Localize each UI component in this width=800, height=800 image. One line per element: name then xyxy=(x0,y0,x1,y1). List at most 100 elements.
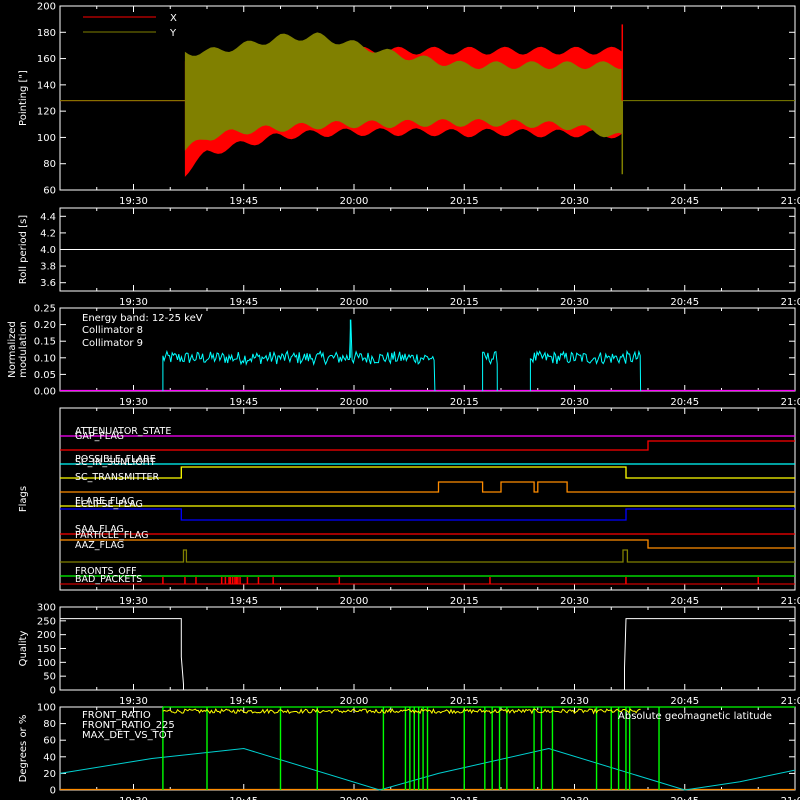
flag-line-aaz-flag xyxy=(60,549,795,563)
flag-line-sc-transmitter xyxy=(60,481,795,493)
y-axis-label: Degrees or % xyxy=(18,715,29,783)
y-tick-label: 0.25 xyxy=(34,304,56,315)
x-tick-label: 20:00 xyxy=(340,196,369,207)
x-tick-label: 20:45 xyxy=(670,696,699,707)
x-tick-label: 21:00 xyxy=(781,796,800,800)
x-tick-label: 19:30 xyxy=(119,596,148,607)
x-tick-label: 21:00 xyxy=(781,196,800,207)
panel-ratios: 19:30 19:45 20:00 20:15 20:30 20:45 21:00 0 20 40… xyxy=(18,703,800,800)
x-tick-label: 20:45 xyxy=(670,397,699,408)
y-tick-label: 60 xyxy=(43,186,56,197)
y-tick-label: 150 xyxy=(37,644,56,655)
y-tick-label: 40 xyxy=(43,752,56,763)
y-tick-label: 120 xyxy=(37,107,56,118)
quality-line xyxy=(60,618,795,691)
x-tick-label: 20:15 xyxy=(450,796,479,800)
y-tick-label: 0.15 xyxy=(34,337,56,348)
flag-label: AAZ_FLAG xyxy=(75,540,124,551)
x-tick-label: 19:30 xyxy=(119,696,148,707)
collimator-8-segment xyxy=(162,319,436,392)
x-tick-label: 20:30 xyxy=(560,196,589,207)
y-tick-label: 50 xyxy=(43,672,56,683)
y-tick-label: 0.00 xyxy=(34,387,56,398)
x-tick-label: 21:00 xyxy=(781,297,800,308)
y-tick-label: 0.05 xyxy=(34,370,56,381)
x-tick-label: 20:00 xyxy=(340,696,369,707)
x-tick-label: 20:45 xyxy=(670,796,699,800)
flag-line-sc-in-sunlight xyxy=(60,466,795,479)
y-axis-label: Quality xyxy=(18,631,29,667)
x-tick-label: 19:45 xyxy=(229,696,258,707)
x-tick-label: 19:45 xyxy=(229,796,258,800)
panel-flags: 19:30 19:45 20:00 20:15 20:30 20:45 21:00 Flags… xyxy=(18,407,800,607)
y-axis-label-line1: Normalized xyxy=(7,321,18,378)
x-tick-label: 20:45 xyxy=(670,297,699,308)
flag-label: SC_IN_SUNLIGHT xyxy=(75,457,156,468)
flag-label: GAP_FLAG xyxy=(75,431,124,442)
x-tick-label: 20:00 xyxy=(340,397,369,408)
y-tick-label: 4.0 xyxy=(40,245,56,256)
y-tick-label: 250 xyxy=(37,616,56,627)
flag-label: ECLIPSE_FLAG xyxy=(75,499,143,510)
legend-label: Collimator 9 xyxy=(82,338,143,349)
plot-frame xyxy=(59,606,796,691)
x-tick-label: 20:30 xyxy=(560,297,589,308)
y-tick-label: 100 xyxy=(37,133,56,144)
x-tick-label: 20:45 xyxy=(670,196,699,207)
y-tick-label: 140 xyxy=(37,80,56,91)
y-tick-label: 3.6 xyxy=(40,278,56,289)
y-tick-label: 80 xyxy=(43,159,56,170)
y-axis-label: Flags xyxy=(18,486,29,512)
x-tick-label: 20:15 xyxy=(450,596,479,607)
legend-label: Y xyxy=(169,28,177,39)
y-tick-label: 80 xyxy=(43,719,56,730)
y-tick-label: 300 xyxy=(37,603,56,614)
x-tick-label: 21:00 xyxy=(781,397,800,408)
x-tick-label: 21:00 xyxy=(781,696,800,707)
y-tick-label: 0.20 xyxy=(34,320,56,331)
y-tick-label: 200 xyxy=(37,630,56,641)
x-tick-label: 21:00 xyxy=(781,596,800,607)
x-tick-label: 20:00 xyxy=(340,596,369,607)
panel-roll-period: 19:30 19:45 20:00 20:15 20:30 20:45 21:00 3.6 3.… xyxy=(18,207,800,308)
x-tick-label: 20:30 xyxy=(560,796,589,800)
collimator-8-segment xyxy=(482,351,498,392)
y-tick-label: 0 xyxy=(50,786,56,797)
x-tick-label: 19:30 xyxy=(119,397,148,408)
legend-label: Absolute geomagnetic latitude xyxy=(618,711,772,722)
y-tick-label: 60 xyxy=(43,736,56,747)
x-tick-label: 20:00 xyxy=(340,796,369,800)
y-tick-label: 0 xyxy=(50,686,56,697)
front-ratio-line xyxy=(162,707,641,715)
y-tick-label: 200 xyxy=(37,2,56,13)
x-tick-label: 20:15 xyxy=(450,397,479,408)
x-tick-label: 20:15 xyxy=(450,297,479,308)
flag-line-eclipse-flag xyxy=(60,508,795,521)
y-axis-label: Roll period [s] xyxy=(18,215,29,284)
y-axis-label: Pointing ["] xyxy=(18,70,29,126)
x-tick-label: 19:45 xyxy=(229,397,258,408)
x-tick-label: 20:15 xyxy=(450,696,479,707)
y-tick-label: 20 xyxy=(43,769,56,780)
x-tick-label: 20:30 xyxy=(560,596,589,607)
x-tick-label: 19:45 xyxy=(229,297,258,308)
legend-label: Collimator 8 xyxy=(82,325,143,336)
legend-label: X xyxy=(170,13,177,24)
panel-pointing: 19:30 19:45 20:00 20:15 20:30 20:45 21:00 60 80 1… xyxy=(18,2,800,208)
y-tick-label: 0.10 xyxy=(34,353,56,364)
y-tick-label: 100 xyxy=(37,658,56,669)
y-tick-label: 3.8 xyxy=(40,262,56,273)
x-tick-label: 19:45 xyxy=(229,596,258,607)
legend-label: MAX_DET_VS_TOT xyxy=(82,730,174,741)
x-tick-label: 20:30 xyxy=(560,696,589,707)
collimator-8-segment xyxy=(529,349,642,392)
y-tick-label: 160 xyxy=(37,54,56,65)
x-tick-label: 19:30 xyxy=(119,796,148,800)
flag-line-particle-flag xyxy=(60,539,795,549)
telemetry-figure: 19:3019:4520:0020:1520:3020:4521:0060801… xyxy=(0,0,800,800)
x-tick-label: 19:30 xyxy=(119,297,148,308)
flag-line-gap-flag xyxy=(60,440,795,451)
y-tick-label: 100 xyxy=(37,703,56,714)
y-tick-label: 4.4 xyxy=(40,212,56,223)
x-tick-label: 20:00 xyxy=(340,297,369,308)
